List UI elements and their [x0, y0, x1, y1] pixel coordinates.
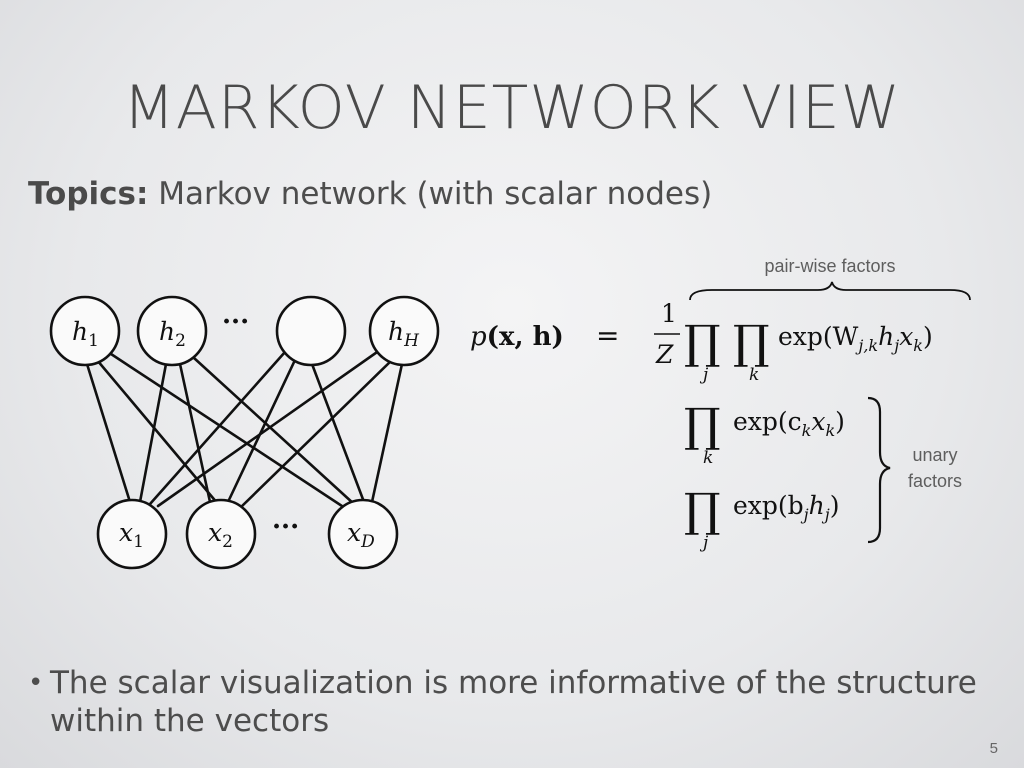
edge-hh-x1 [156, 348, 382, 508]
unary-c-term: exp(ckxk) [733, 407, 845, 440]
bullet-point: • The scalar visualization is more infor… [28, 664, 988, 740]
product-k-index: k [749, 365, 759, 385]
pairwise-term: exp(Wj,khjxk) [778, 322, 933, 355]
product-unary-k-index: k [703, 448, 713, 468]
unary-b-term: exp(bjhj) [733, 491, 839, 524]
hidden-ellipsis: ··· [222, 307, 249, 337]
visible-ellipsis: ··· [272, 512, 299, 542]
unary-label-line2: factors [907, 471, 963, 491]
network-edges [85, 348, 404, 512]
edge-h3-xd [310, 362, 366, 504]
equation-lhs: p(x, h) [470, 322, 564, 352]
unary-factors-label: unary factors [890, 442, 980, 494]
slide: MARKOV NETWORK VIEW Topics: Markov netwo… [0, 0, 1024, 768]
bullet-text: The scalar visualization is more informa… [50, 665, 977, 739]
edge-h3-x2 [226, 358, 297, 504]
product-unary-k-symbol: ∏ [684, 398, 721, 452]
equation-equals: = [596, 319, 619, 352]
pairwise-overbrace [689, 281, 971, 301]
product-j-symbol: ∏ [684, 315, 721, 369]
product-unary-j-symbol: ∏ [684, 483, 721, 537]
page-number: 5 [989, 740, 998, 757]
edge-h1-x1 [85, 362, 132, 504]
edge-h2-xd [192, 356, 356, 506]
bullet-dot: • [28, 668, 44, 698]
figure-canvas: h1 h2 hH x1 x2 xD ··· ··· p(x, h) = 1 Z … [49, 281, 971, 570]
fraction-numerator: 1 [661, 299, 677, 328]
edge-hh-xd [370, 362, 404, 504]
unary-label-line1: unary [912, 445, 958, 465]
unary-right-brace [867, 396, 891, 544]
edge-h1-x2 [95, 358, 220, 506]
product-k-symbol: ∏ [733, 315, 770, 369]
edge-h3-x1 [148, 350, 287, 506]
pairwise-factors-label: pair-wise factors [764, 256, 896, 276]
edge-hh-x2 [238, 358, 394, 510]
fraction-denominator: Z [655, 340, 674, 369]
edge-h2-x1 [138, 362, 168, 504]
node-h3 [275, 295, 347, 367]
hidden-node-labels: h1 h2 hH [72, 317, 420, 351]
